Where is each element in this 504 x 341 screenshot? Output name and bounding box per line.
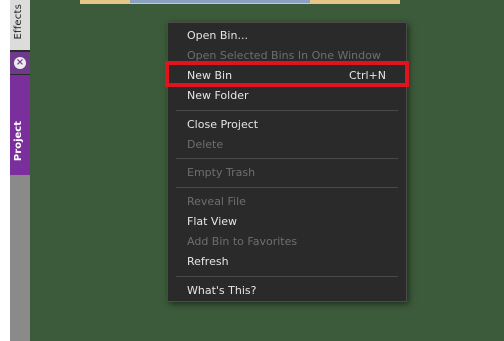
- menu-item-label: Open Bin...: [187, 29, 248, 42]
- menu-item-label: Reveal File: [187, 195, 246, 208]
- menu-item-empty-trash: Empty Trash: [168, 164, 406, 182]
- menu-separator: [176, 187, 398, 188]
- close-icon: ×: [14, 57, 26, 69]
- menu-item-label: Add Bin to Favorites: [187, 235, 298, 248]
- menu-item-add-bin-to-favorites: Add Bin to Favorites: [168, 233, 406, 251]
- new-bin-highlight-box: [165, 61, 409, 87]
- menu-item-label: Close Project: [187, 118, 259, 131]
- menu-item-whats-this[interactable]: What's This?: [168, 282, 406, 300]
- menu-separator: [176, 276, 398, 277]
- side-tab-filler: [10, 175, 30, 341]
- side-tab-column: Effects × Project: [10, 0, 30, 341]
- menu-item-label: What's This?: [187, 284, 257, 297]
- menu-item-flat-view[interactable]: Flat View: [168, 213, 406, 231]
- menu-item-refresh[interactable]: Refresh: [168, 253, 406, 271]
- menu-separator: [176, 110, 398, 111]
- top-title-bar: [130, 0, 310, 3]
- menu-item-label: Flat View: [187, 215, 238, 228]
- menu-item-label: New Folder: [187, 89, 249, 102]
- menu-item-new-folder[interactable]: New Folder: [168, 87, 406, 105]
- close-tab-button[interactable]: ×: [10, 52, 30, 74]
- menu-item-label: Delete: [187, 138, 224, 151]
- menu-item-open-bin[interactable]: Open Bin...: [168, 27, 406, 45]
- left-edge: [0, 0, 10, 341]
- tab-effects[interactable]: Effects: [10, 0, 30, 50]
- tab-project-label: Project: [13, 121, 24, 162]
- menu-item-label: Empty Trash: [187, 166, 256, 179]
- tab-project[interactable]: Project: [10, 75, 30, 175]
- menu-separator: [176, 158, 398, 159]
- menu-item-reveal-file: Reveal File: [168, 193, 406, 211]
- menu-item-delete: Delete: [168, 136, 406, 154]
- tab-effects-label: Effects: [13, 4, 24, 40]
- menu-item-label: Refresh: [187, 255, 229, 268]
- menu-item-close-project[interactable]: Close Project: [168, 116, 406, 134]
